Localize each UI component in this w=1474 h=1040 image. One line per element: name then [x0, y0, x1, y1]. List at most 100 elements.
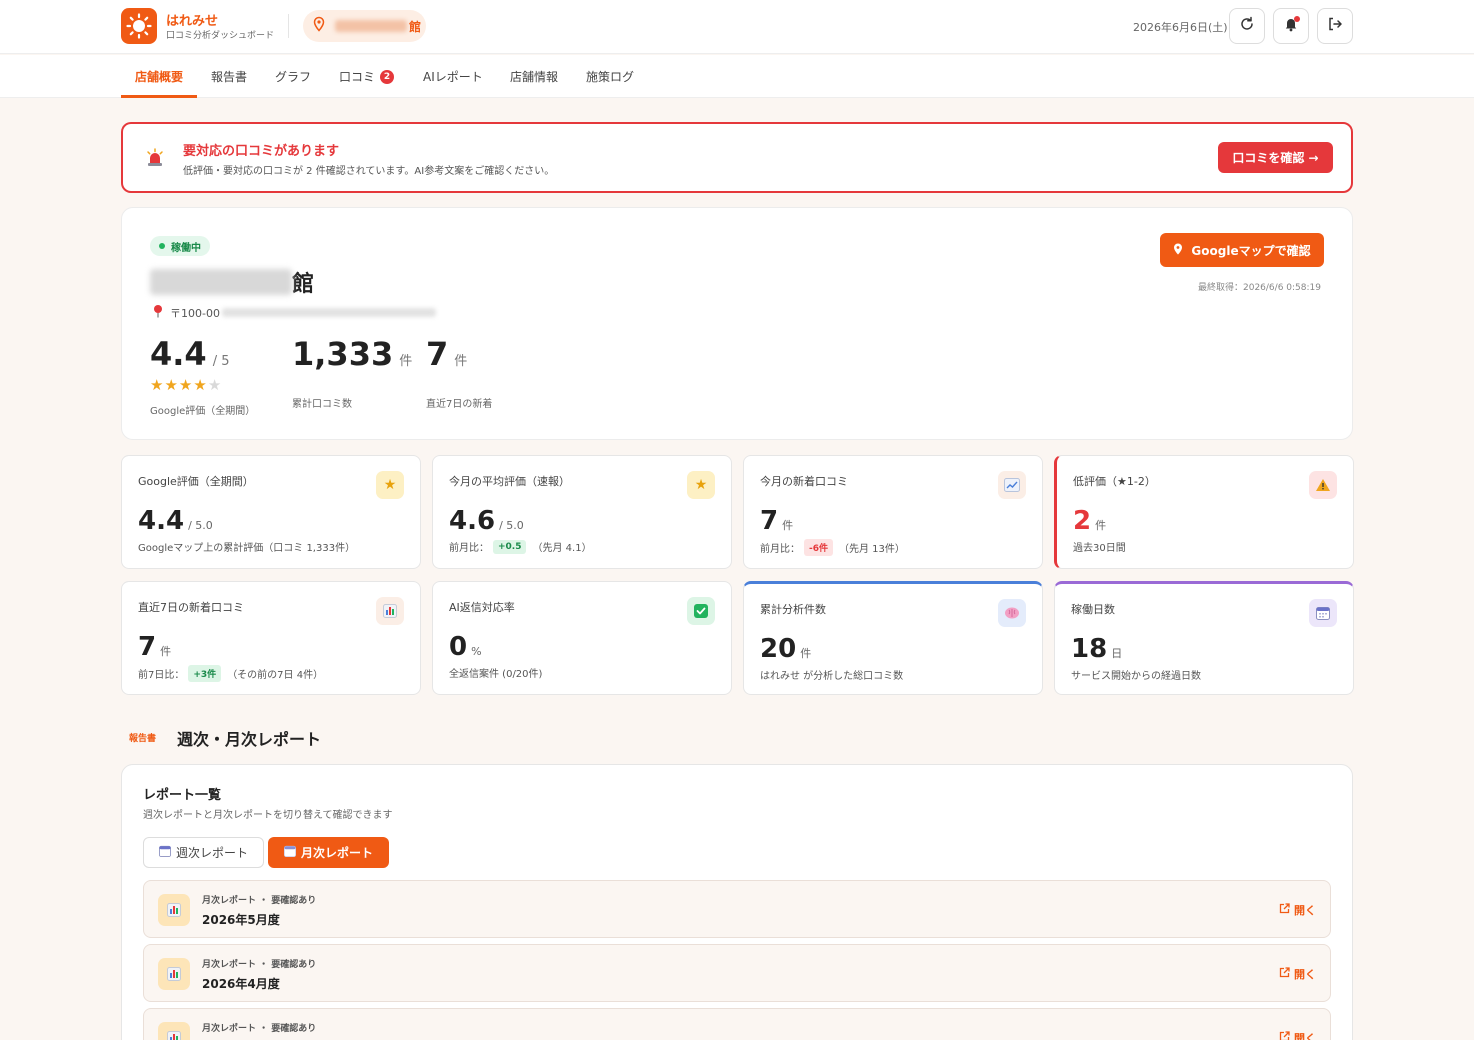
recent-reviews-unit: 件 — [454, 354, 468, 369]
bar-chart-icon — [158, 958, 190, 990]
address-prefix: 〒100-00 — [170, 306, 220, 320]
report-title: 2026年4月度 — [202, 977, 280, 991]
metric-title: 今月の平均評価（速報） — [449, 475, 570, 488]
metric-subtext: 前月比： -6件 （先月 13件） — [760, 539, 905, 556]
weekly-report-toggle[interactable]: 週次レポート — [143, 837, 264, 868]
bar-chart-icon — [376, 597, 404, 625]
report-row[interactable]: 月次レポート ・ 要確認あり 開く — [143, 1008, 1331, 1040]
report-list-description: 週次レポートと月次レポートを切り替えて確認できます — [143, 810, 393, 821]
metric-value: 2件 — [1073, 506, 1106, 536]
brand-name: はれみせ — [166, 14, 219, 29]
star-icon: ★ — [193, 376, 208, 394]
metric-title: 今月の新着口コミ — [760, 475, 848, 488]
metric-unit: 日 — [1111, 647, 1123, 660]
recent-reviews-value: 7件 — [426, 335, 467, 373]
previous-value: （先月 13件） — [839, 544, 905, 555]
calendar-icon — [158, 845, 171, 860]
total-reviews-number: 1,333 — [292, 335, 394, 373]
metric-unit: / 5.0 — [499, 519, 524, 532]
open-report-link[interactable]: 開く — [1279, 902, 1316, 918]
check-reviews-button[interactable]: 口コミを確認 → — [1218, 142, 1333, 173]
logout-button[interactable] — [1317, 8, 1353, 44]
metric-value: 7件 — [760, 506, 793, 536]
weekly-report-label: 週次レポート — [175, 846, 248, 860]
trend-chart-icon — [998, 471, 1026, 499]
metric-unit: 件 — [800, 647, 812, 660]
metric-subtext: 前7日比： +3件 （その前の7日 4件） — [138, 665, 323, 682]
store-name-redacted — [335, 20, 407, 32]
tab-ai-report[interactable]: AIレポート — [423, 55, 483, 98]
google-maps-button[interactable]: Googleマップで確認 — [1160, 233, 1324, 267]
metric-value: 7件 — [138, 632, 171, 662]
metric-card-7day-new: 直近7日の新着口コミ 7件 前7日比： +3件 （その前の7日 4件） — [121, 581, 421, 695]
star-icon: ★ — [376, 471, 404, 499]
tab-reviews[interactable]: 口コミ 2 — [339, 55, 395, 98]
total-reviews-label: 累計口コミ数 — [292, 399, 352, 410]
previous-value: （その前の7日 4件） — [227, 670, 324, 681]
rating-max: / 5 — [212, 354, 230, 369]
metric-card-active-days: 稼働日数 18 日 サービス開始からの経過日数 — [1054, 581, 1354, 695]
star-icon: ★ — [150, 376, 165, 394]
metric-subtext: はれみせ が分析した総口コミ数 — [760, 671, 904, 682]
store-summary-card: 稼働中 館 〒100-00 4.4/ 5 ★★★★★ Google評価（全期間）… — [121, 207, 1353, 440]
store-name-redacted — [150, 269, 292, 295]
metric-subtext: 前月比： +0.5 （先月 4.1） — [449, 539, 592, 554]
metric-subtext: Googleマップ上の累計評価（口コミ 1,333件） — [138, 543, 356, 554]
metric-number: 4.4 — [138, 506, 185, 536]
store-name-title: 館 — [150, 266, 314, 298]
map-pin-icon — [311, 16, 327, 36]
current-date: 2026年6月6日(土) — [1133, 21, 1228, 34]
tab-graphs[interactable]: グラフ — [275, 55, 311, 98]
alert-description: 低評価・要対応の口コミが 2 件確認されています。AI参考文案をご確認ください。 — [183, 166, 555, 177]
report-row[interactable]: 月次レポート ・ 要確認あり 2026年4月度 開く — [143, 944, 1331, 1002]
map-pin-icon — [1173, 243, 1183, 258]
metric-title: AI返信対応率 — [449, 601, 515, 614]
brand-subtitle: 口コミ分析ダッシュボード — [166, 31, 275, 41]
report-meta: 月次レポート ・ 要確認あり — [202, 1024, 317, 1034]
open-label: 開く — [1294, 904, 1316, 917]
change-up-badge: +3件 — [188, 665, 222, 682]
metric-card-monthly-new: 今月の新着口コミ 7件 前月比： -6件 （先月 13件） — [743, 455, 1043, 569]
star-icon: ★ — [687, 471, 715, 499]
open-report-link[interactable]: 開く — [1279, 966, 1316, 982]
app-header: はれみせ 口コミ分析ダッシュボード 館 2026年6月6日(土) — [0, 0, 1474, 54]
status-dot — [159, 243, 165, 249]
store-selector[interactable]: 館 — [303, 10, 426, 42]
metric-card-ai-reply-rate: AI返信対応率 0% 全返信案件 (0/20件) — [432, 581, 732, 695]
metric-value: 0% — [449, 632, 482, 662]
location-pin-icon — [152, 304, 164, 321]
siren-icon — [145, 148, 165, 172]
tab-reviews-label: 口コミ — [339, 70, 376, 84]
sun-logo-icon — [121, 8, 157, 44]
change-down-badge: -6件 — [804, 539, 833, 556]
metric-value: 4.4/ 5.0 — [138, 506, 213, 536]
store-address: 〒100-00 — [152, 304, 436, 321]
metric-card-analyzed-total: 累計分析件数 20 件 はれみせ が分析した総口コミ数 — [743, 581, 1043, 695]
total-reviews-unit: 件 — [399, 354, 413, 369]
metric-value: 4.6/ 5.0 — [449, 506, 524, 536]
tab-reports[interactable]: 報告書 — [211, 55, 247, 98]
bar-chart-icon — [158, 894, 190, 926]
metric-unit: % — [471, 645, 482, 658]
metric-number: 20 — [760, 634, 797, 664]
tab-store-info[interactable]: 店舗情報 — [510, 55, 558, 98]
alert-banner: 要対応の口コミがあります 低評価・要対応の口コミが 2 件確認されています。AI… — [121, 122, 1353, 193]
metric-value: 20 件 — [760, 634, 811, 664]
recent-reviews-label: 直近7日の新着 — [426, 399, 493, 410]
open-report-link[interactable]: 開く — [1279, 1030, 1316, 1040]
report-row[interactable]: 月次レポート ・ 要確認あり 2026年5月度 開く — [143, 880, 1331, 938]
tab-overview[interactable]: 店舗概要 — [135, 55, 183, 98]
monthly-report-toggle[interactable]: 月次レポート — [268, 837, 389, 868]
metric-unit: 件 — [1095, 519, 1107, 532]
section-title: 週次・月次レポート — [177, 730, 322, 749]
change-up-badge: +0.5 — [493, 539, 527, 554]
refresh-button[interactable] — [1229, 8, 1265, 44]
metric-title: 直近7日の新着口コミ — [138, 601, 244, 614]
notifications-button[interactable] — [1273, 8, 1309, 44]
rating-label: Google評価（全期間） — [150, 406, 256, 417]
metric-card-google-rating: Google評価（全期間） ★ 4.4/ 5.0 Googleマップ上の累計評価… — [121, 455, 421, 569]
comparison-label: 前月比： — [449, 543, 489, 554]
external-link-icon — [1279, 903, 1290, 917]
tab-action-log[interactable]: 施策ログ — [586, 55, 634, 98]
recent-reviews-number: 7 — [426, 335, 449, 373]
